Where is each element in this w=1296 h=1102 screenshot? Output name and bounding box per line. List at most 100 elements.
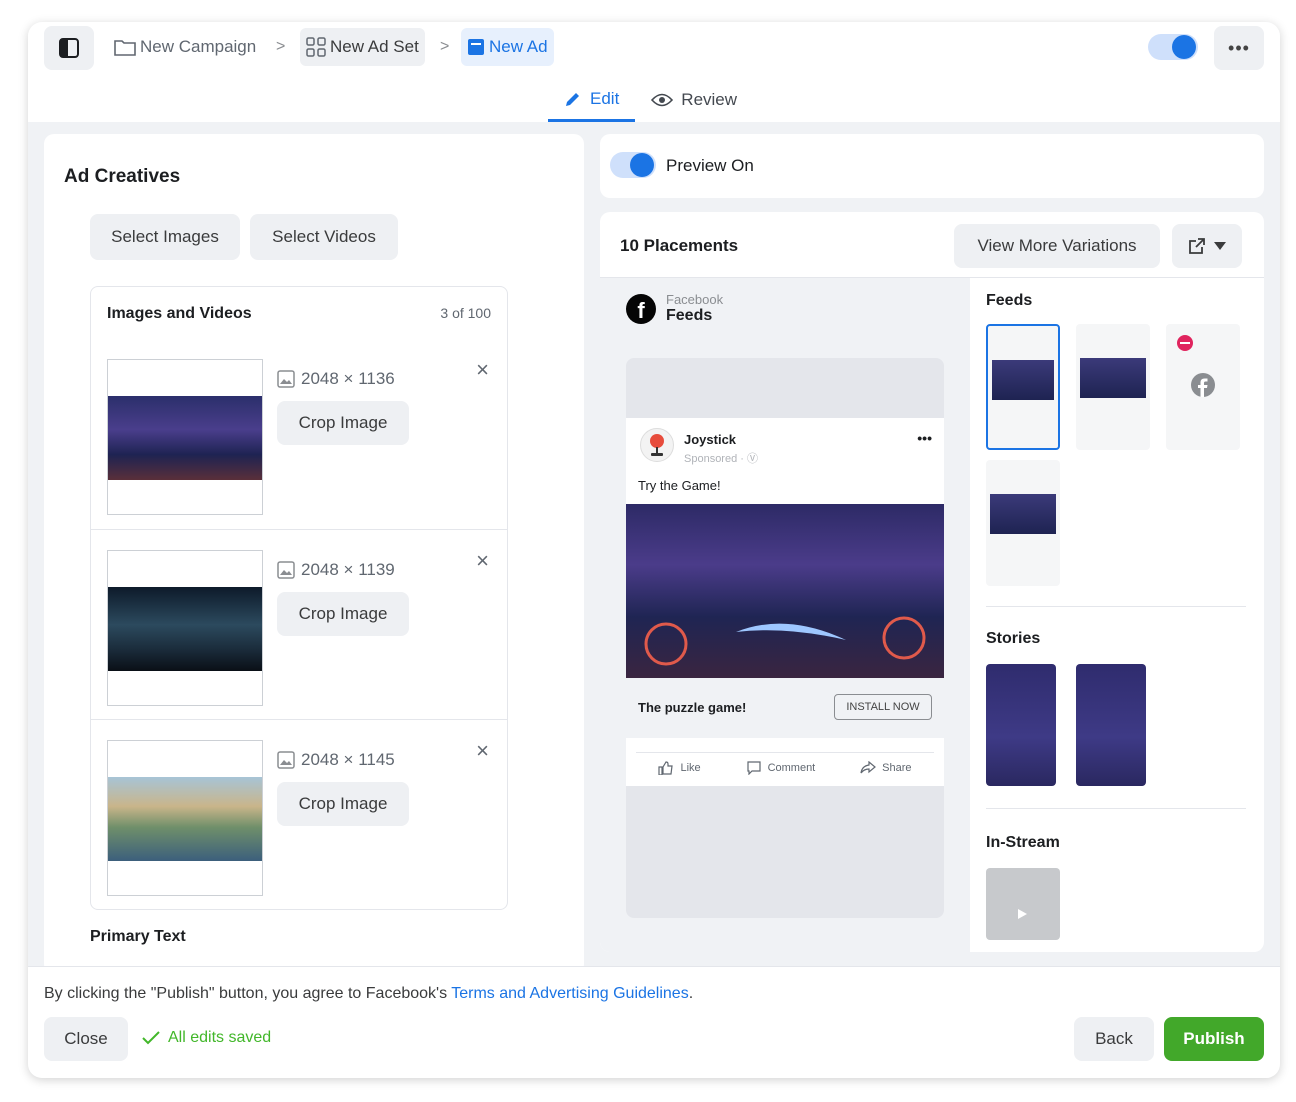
image-dimensions-text: 2048 × 1136 bbox=[301, 369, 395, 388]
media-count: 3 of 100 bbox=[440, 305, 491, 321]
breadcrumb-campaign-label: New Campaign bbox=[140, 37, 257, 56]
placements-title: 10 Placements bbox=[620, 236, 739, 255]
breadcrumb-campaign[interactable]: New Campaign bbox=[108, 28, 262, 66]
image-icon bbox=[277, 751, 295, 769]
terms-notice: By clicking the "Publish" button, you ag… bbox=[44, 985, 693, 1003]
save-status-text: All edits saved bbox=[168, 1029, 272, 1046]
ad-creatives-title: Ad Creatives bbox=[64, 166, 181, 187]
sidebar-panel-icon bbox=[59, 38, 79, 58]
tab-review[interactable]: Review bbox=[635, 78, 753, 122]
instream-section-label: In-Stream bbox=[986, 834, 1060, 851]
terms-notice-end: . bbox=[688, 985, 694, 1002]
instream-variation[interactable] bbox=[986, 868, 1060, 940]
media-thumbnail[interactable] bbox=[107, 740, 263, 896]
joystick-logo-icon bbox=[650, 434, 664, 456]
sidebar-toggle-button[interactable] bbox=[44, 26, 94, 70]
media-item: 2048 × 1139 Crop Image × bbox=[91, 529, 507, 719]
ad-creatives-panel: Ad Creatives Select Images Select Videos… bbox=[44, 134, 584, 974]
breadcrumb-ad-label: New Ad bbox=[489, 37, 548, 56]
install-now-button[interactable]: INSTALL NOW bbox=[834, 694, 932, 720]
ad-editor-window: New Campaign > New Ad Set > New Ad ••• E… bbox=[28, 22, 1280, 1078]
share-dropdown-button[interactable] bbox=[1172, 224, 1242, 268]
share-action[interactable]: Share bbox=[860, 760, 912, 775]
cta-headline: The puzzle game! bbox=[638, 700, 747, 715]
eye-icon bbox=[651, 93, 674, 107]
breadcrumb-separator: > bbox=[276, 38, 286, 55]
feeds-variation-disabled[interactable] bbox=[1166, 324, 1240, 450]
placement-variations: Feeds Stories In-Stream bbox=[986, 278, 1248, 952]
section-divider bbox=[986, 808, 1246, 809]
thumbs-up-icon bbox=[658, 760, 674, 775]
stories-variation[interactable] bbox=[1076, 664, 1146, 786]
phone-mockup: Joystick Sponsored · Ⓥ ••• Try the Game!… bbox=[626, 358, 944, 918]
more-options-button[interactable]: ••• bbox=[1214, 26, 1264, 70]
media-list: Images and Videos 3 of 100 2048 × 1136 C… bbox=[90, 286, 508, 910]
feeds-variation-selected[interactable] bbox=[986, 324, 1060, 450]
placements-header: 10 Placements View More Variations bbox=[600, 212, 1264, 278]
toggle-knob bbox=[630, 153, 654, 177]
feeds-variation[interactable] bbox=[1076, 324, 1150, 450]
remove-media-icon[interactable]: × bbox=[476, 738, 489, 764]
crop-image-button[interactable]: Crop Image bbox=[277, 401, 409, 445]
media-thumbnail[interactable] bbox=[107, 359, 263, 515]
placement-name: Feeds bbox=[666, 307, 713, 324]
terms-link[interactable]: Terms and Advertising Guidelines bbox=[451, 985, 688, 1002]
header-toggle[interactable] bbox=[1148, 34, 1198, 60]
media-list-title: Images and Videos bbox=[107, 305, 252, 322]
view-more-variations-button[interactable]: View More Variations bbox=[954, 224, 1160, 268]
save-status: All edits saved bbox=[142, 1029, 271, 1047]
remove-media-icon[interactable]: × bbox=[476, 548, 489, 574]
image-icon bbox=[277, 370, 295, 388]
post-text: Try the Game! bbox=[638, 478, 721, 493]
external-link-icon bbox=[1189, 238, 1205, 254]
footer-bar: By clicking the "Publish" button, you ag… bbox=[28, 966, 1280, 1078]
post-image bbox=[626, 504, 944, 678]
media-thumbnail[interactable] bbox=[107, 550, 263, 706]
publish-button[interactable]: Publish bbox=[1164, 1017, 1264, 1061]
preview-panel: Preview On 10 Placements View More Varia… bbox=[600, 134, 1264, 974]
platform-name: Facebook bbox=[666, 292, 724, 307]
tab-review-label: Review bbox=[681, 90, 738, 109]
remove-media-icon[interactable]: × bbox=[476, 357, 489, 383]
select-videos-button[interactable]: Select Videos bbox=[250, 214, 398, 260]
share-label: Share bbox=[882, 761, 912, 774]
stories-variation[interactable] bbox=[986, 664, 1056, 786]
feeds-variation[interactable] bbox=[986, 460, 1060, 586]
comment-action[interactable]: Comment bbox=[746, 760, 816, 775]
crop-image-button[interactable]: Crop Image bbox=[277, 592, 409, 636]
crop-image-button[interactable]: Crop Image bbox=[277, 782, 409, 826]
tab-bar: Edit Review bbox=[548, 78, 753, 122]
game-screenshot-image bbox=[108, 587, 262, 671]
primary-text-label: Primary Text bbox=[90, 928, 186, 945]
post-page-name: Joystick bbox=[684, 432, 737, 447]
comment-icon bbox=[746, 760, 761, 775]
checkmark-icon bbox=[142, 1031, 160, 1045]
comment-label: Comment bbox=[767, 761, 816, 774]
variation-image bbox=[990, 494, 1056, 534]
breadcrumb-ad-set-label: New Ad Set bbox=[330, 37, 419, 56]
image-dimensions: 2048 × 1136 bbox=[277, 369, 395, 389]
preview-toggle[interactable] bbox=[610, 152, 656, 178]
media-item: 2048 × 1136 Crop Image × bbox=[91, 339, 507, 529]
game-screenshot-image bbox=[108, 777, 262, 861]
breadcrumb-ad[interactable]: New Ad bbox=[461, 28, 554, 66]
post-more-button[interactable]: ••• bbox=[917, 430, 932, 446]
breadcrumb-separator: > bbox=[440, 38, 450, 55]
back-button[interactable]: Back bbox=[1074, 1017, 1154, 1061]
image-icon bbox=[277, 561, 295, 579]
ad-icon bbox=[468, 39, 484, 55]
breadcrumb-ad-set[interactable]: New Ad Set bbox=[300, 28, 425, 66]
placement-header: f Facebook Feeds bbox=[626, 292, 723, 325]
caret-down-icon bbox=[1214, 242, 1226, 250]
image-dimensions-text: 2048 × 1139 bbox=[301, 560, 395, 579]
close-button[interactable]: Close bbox=[44, 1017, 128, 1061]
image-dimensions: 2048 × 1145 bbox=[277, 750, 395, 770]
image-dimensions: 2048 × 1139 bbox=[277, 560, 395, 580]
like-action[interactable]: Like bbox=[658, 760, 701, 775]
preview-toggle-row: Preview On bbox=[600, 134, 1264, 198]
tab-edit[interactable]: Edit bbox=[548, 78, 636, 122]
variation-image bbox=[1080, 358, 1146, 398]
pencil-icon bbox=[566, 92, 579, 106]
game-screenshot-image bbox=[108, 396, 262, 480]
select-images-button[interactable]: Select Images bbox=[90, 214, 240, 260]
